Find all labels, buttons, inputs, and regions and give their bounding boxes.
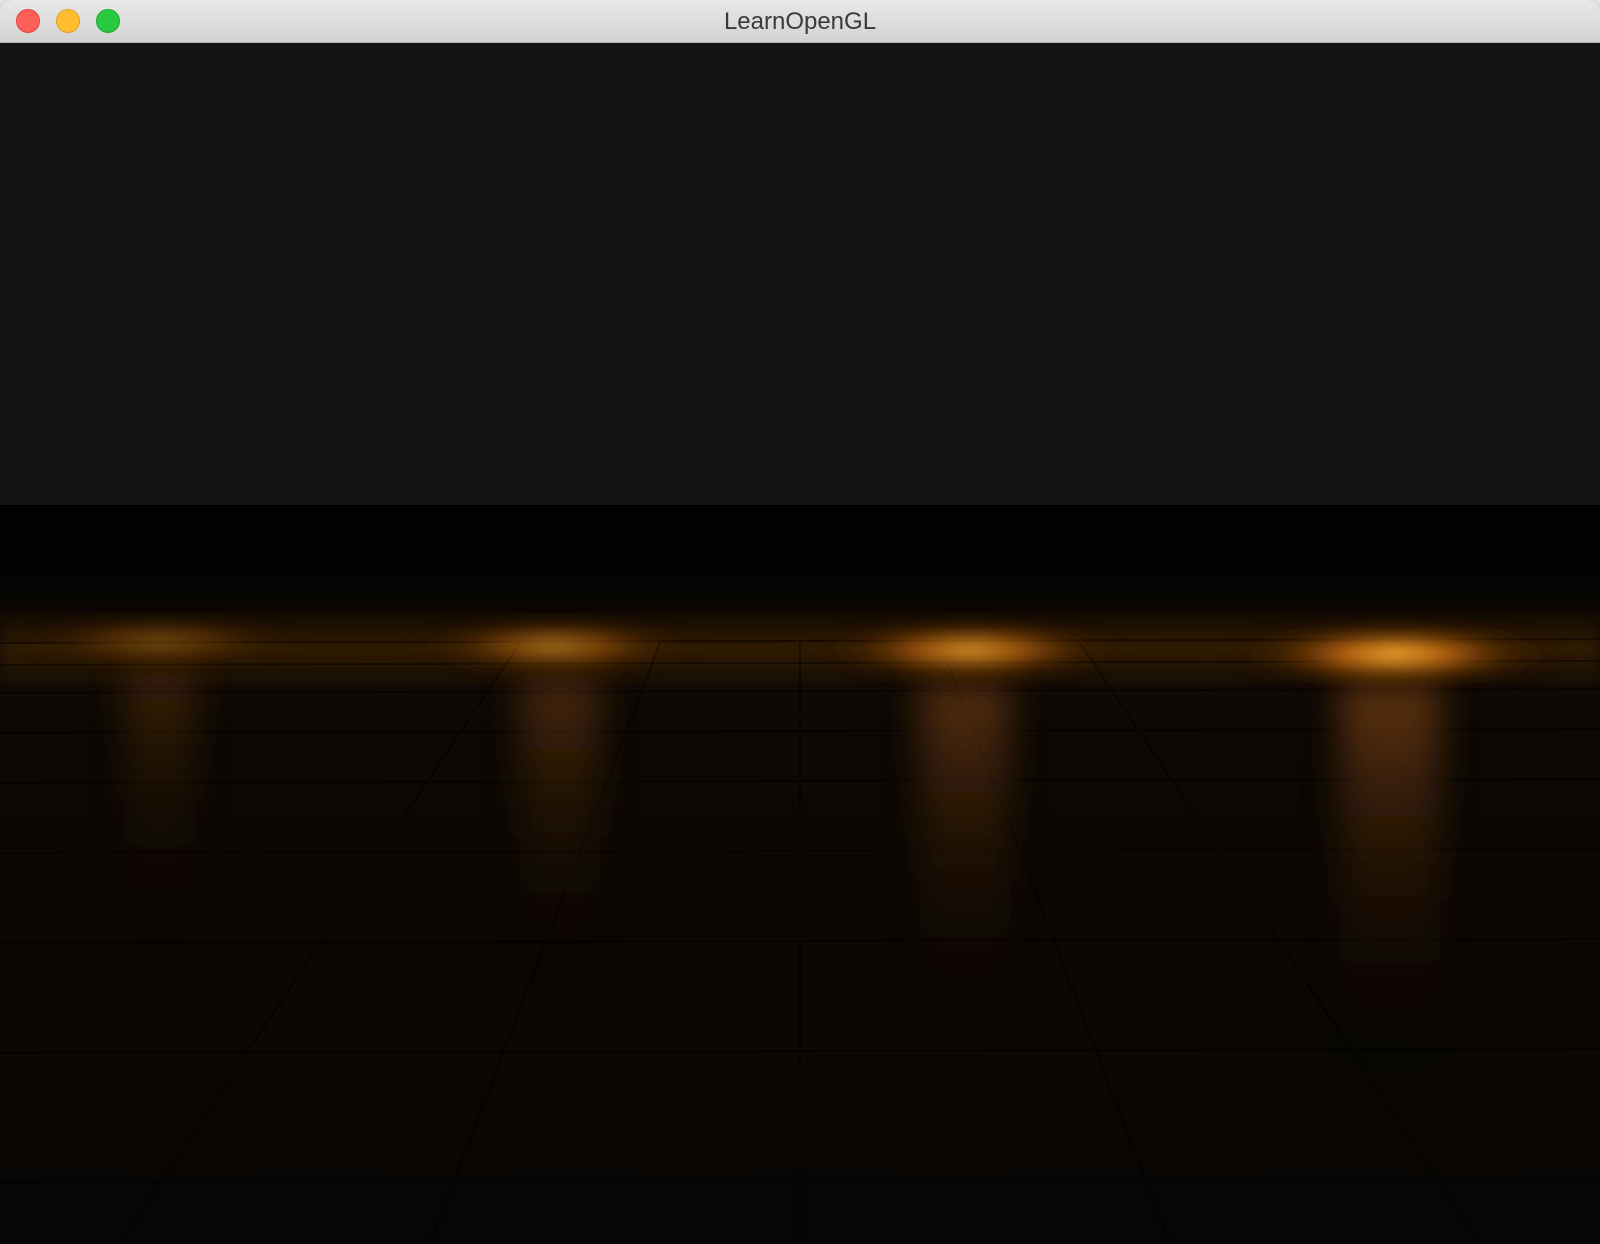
- opengl-viewport[interactable]: [0, 43, 1600, 1244]
- window-title: LearnOpenGL: [723, 8, 877, 35]
- background: [0, 43, 1600, 513]
- app-window: LearnOpenGL: [0, 0, 1600, 1244]
- light-spot-3: [810, 620, 1130, 680]
- light-spot-1: [10, 615, 310, 667]
- title-bar[interactable]: LearnOpenGL: [0, 0, 1600, 43]
- light-spot-4: [1225, 622, 1565, 686]
- render-scene: [0, 43, 1600, 1244]
- light-spot-2: [405, 618, 705, 674]
